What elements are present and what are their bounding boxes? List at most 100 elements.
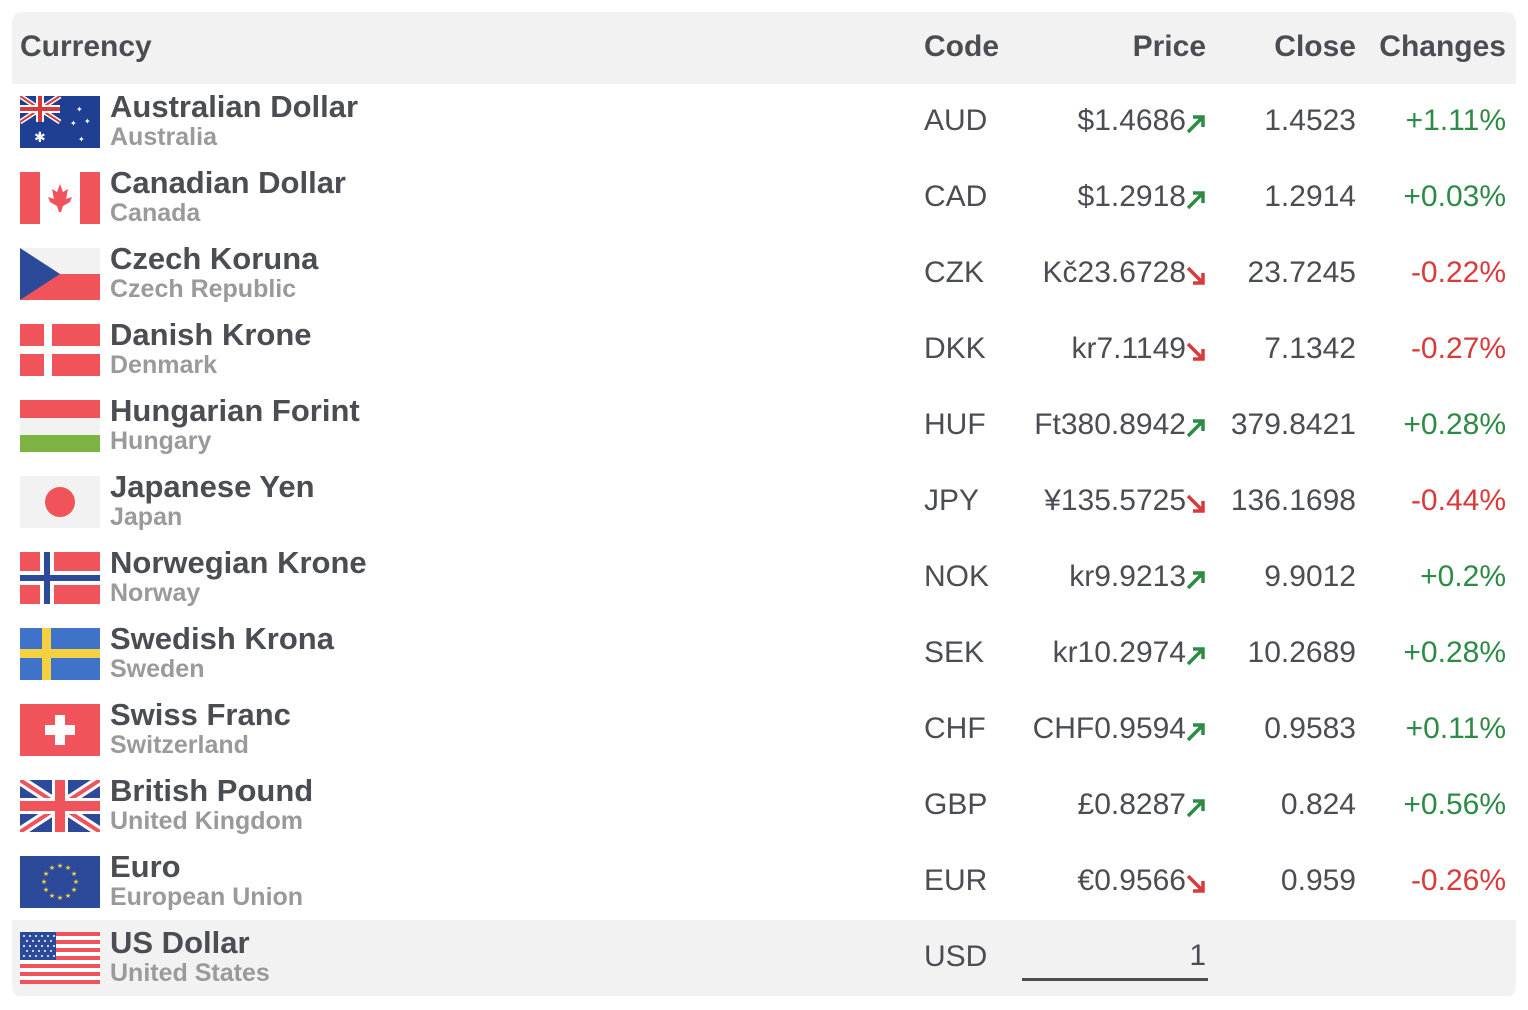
header-close[interactable]: Close: [1274, 30, 1356, 64]
country-name: United Kingdom: [110, 807, 304, 835]
country-name: Sweden: [110, 655, 205, 683]
currency-name: Swiss Franc: [110, 697, 291, 732]
table-row[interactable]: Japanese Yen Japan JPY ¥135.5725 136.169…: [12, 464, 1516, 540]
currency-code: DKK: [924, 332, 986, 365]
japan-flag-icon: [20, 476, 100, 528]
table-row[interactable]: Hungarian Forint Hungary HUF Ft380.8942 …: [12, 388, 1516, 464]
currency-code: USD: [924, 940, 988, 973]
close-value: 379.8421: [1230, 408, 1356, 441]
currency-code: CHF: [924, 712, 986, 745]
svg-text:★: ★: [49, 864, 55, 872]
currency-code: JPY: [924, 484, 980, 517]
currency-name: Norwegian Krone: [110, 545, 367, 580]
base-amount-input[interactable]: [1022, 934, 1208, 981]
svg-text:✦: ✦: [76, 105, 83, 114]
price-value: £0.8287: [1077, 788, 1186, 821]
trend-down-icon: [1186, 494, 1205, 513]
currency-table: Currency Code Price Close Changes ✱ ✦ ✦ …: [12, 12, 1516, 997]
close-value: 0.959: [1280, 864, 1356, 897]
table-row[interactable]: Swiss Franc Switzerland CHF CHF0.9594 0.…: [12, 692, 1516, 768]
close-value: 0.824: [1280, 788, 1356, 821]
currency-code: EUR: [924, 864, 988, 897]
trend-up-icon: [1186, 647, 1205, 666]
close-value: 0.9583: [1264, 712, 1356, 745]
price-value: €0.9566: [1077, 864, 1186, 897]
currency-name: Danish Krone: [110, 317, 312, 352]
table-row[interactable]: British Pound United Kingdom GBP £0.8287…: [12, 768, 1516, 844]
table-row[interactable]: Danish Krone Denmark DKK kr7.1149 7.1342…: [12, 312, 1516, 388]
change-value: -0.27%: [1410, 332, 1506, 365]
currency-code: HUF: [924, 408, 986, 441]
table-row[interactable]: Norwegian Krone Norway NOK kr9.9213 9.90…: [12, 540, 1516, 616]
currency-name: Swedish Krona: [110, 621, 334, 656]
change-value: +0.28%: [1403, 636, 1506, 669]
close-value: 1.2914: [1264, 180, 1356, 213]
trend-up-icon: [1186, 723, 1205, 742]
svg-text:★: ★: [49, 892, 55, 900]
trend-up-icon: [1186, 799, 1205, 818]
svg-text:✦: ✦: [84, 117, 91, 126]
change-value: +0.2%: [1420, 560, 1506, 593]
change-value: -0.22%: [1410, 256, 1506, 289]
currency-code: GBP: [924, 788, 988, 821]
change-value: +0.11%: [1405, 712, 1506, 745]
base-currency-row: US Dollar United States USD: [12, 920, 1516, 996]
currency-name: Australian Dollar: [110, 89, 359, 124]
price-value: $1.2918: [1077, 180, 1186, 213]
table-row[interactable]: ★ ★ ★ ★ ★ ★ ★ ★ ★ ★ ★ ★ Euro European Union EUR €…: [12, 844, 1516, 920]
svg-text:★: ★: [57, 894, 63, 902]
close-value: 1.4523: [1264, 104, 1356, 137]
price-value: kr7.1149: [1071, 332, 1186, 365]
norway-flag-icon: [20, 552, 100, 604]
price-value: ¥135.5725: [1044, 484, 1186, 517]
canada-flag-icon: [20, 172, 100, 224]
currency-name: Japanese Yen: [110, 469, 315, 504]
table-row[interactable]: ✱ ✦ ✦ ✦ ✦ Australian Dollar Australia AU…: [12, 84, 1516, 160]
change-value: +0.56%: [1403, 788, 1506, 821]
country-name: Switzerland: [110, 731, 249, 759]
country-name: United States: [110, 959, 270, 987]
svg-text:✦: ✦: [78, 135, 85, 144]
close-value: 10.2689: [1247, 636, 1356, 669]
trend-down-icon: [1186, 342, 1205, 361]
svg-text:★: ★: [43, 886, 49, 894]
country-name: Norway: [110, 579, 201, 607]
table-row[interactable]: Canadian Dollar Canada CAD $1.2918 1.291…: [12, 160, 1516, 236]
country-name: Czech Republic: [110, 275, 297, 303]
table-row[interactable]: Swedish Krona Sweden SEK kr10.2974 10.26…: [12, 616, 1516, 692]
currency-name: Czech Koruna: [110, 241, 319, 276]
svg-text:★: ★: [41, 878, 47, 886]
hungary-flag-icon: [20, 400, 100, 452]
header-changes[interactable]: Changes: [1379, 30, 1506, 64]
header-price[interactable]: Price: [1133, 30, 1206, 64]
currency-code: CZK: [924, 256, 984, 289]
switzerland-flag-icon: [20, 704, 100, 756]
trend-up-icon: [1186, 191, 1205, 210]
country-name: Canada: [110, 199, 201, 227]
svg-text:★: ★: [71, 886, 77, 894]
denmark-flag-icon: [20, 324, 100, 376]
country-name: Hungary: [110, 427, 212, 455]
header-currency[interactable]: Currency: [20, 30, 152, 64]
svg-text:✦: ✦: [70, 119, 77, 128]
close-value: 23.7245: [1247, 256, 1356, 289]
change-value: -0.26%: [1410, 864, 1506, 897]
country-name: Denmark: [110, 351, 217, 379]
header-code[interactable]: Code: [924, 30, 999, 64]
price-value: $1.4686: [1077, 104, 1186, 137]
price-value: kr9.9213: [1069, 560, 1186, 593]
country-name: Japan: [110, 503, 183, 531]
currency-name: Hungarian Forint: [110, 393, 360, 428]
usa-flag-icon: [20, 932, 100, 984]
close-value: 7.1342: [1264, 332, 1356, 365]
change-value: +0.03%: [1403, 180, 1506, 213]
currency-code: CAD: [924, 180, 988, 213]
country-name: European Union: [110, 883, 304, 911]
eu-flag-icon: ★ ★ ★ ★ ★ ★ ★ ★ ★ ★ ★ ★: [20, 856, 100, 908]
trend-down-icon: [1186, 266, 1205, 285]
table-row[interactable]: Czech Koruna Czech Republic CZK Kč23.672…: [12, 236, 1516, 312]
svg-text:★: ★: [57, 862, 63, 870]
currency-code: NOK: [924, 560, 990, 593]
change-value: -0.44%: [1410, 484, 1506, 517]
country-name: Australia: [110, 123, 217, 151]
